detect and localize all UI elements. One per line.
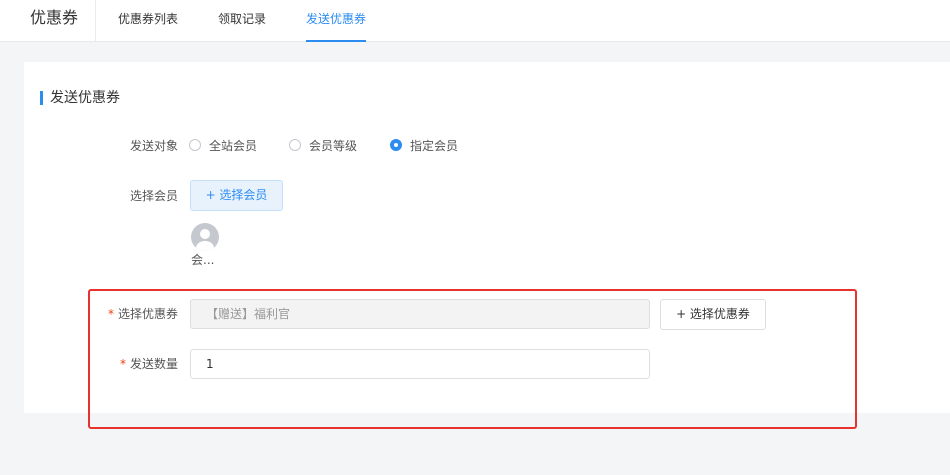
- radio-checked-icon: [390, 139, 402, 151]
- tab-send-coupon[interactable]: 发送优惠券: [306, 0, 367, 42]
- radio-circle-icon: [189, 139, 201, 151]
- tab-claim-records[interactable]: 领取记录: [218, 0, 266, 41]
- member-label: 选择会员: [129, 189, 178, 203]
- top-tab-bar: 优惠券 优惠券列表 领取记录 发送优惠券: [0, 0, 950, 42]
- radio-all-members[interactable]: 全站会员: [189, 137, 257, 155]
- tab-coupon-list[interactable]: 优惠券列表: [118, 0, 178, 41]
- radio-label: 指定会员: [410, 139, 459, 153]
- selected-member-name: 会...: [191, 253, 215, 267]
- radio-label: 会员等级: [309, 139, 358, 153]
- highlight-box: [88, 289, 857, 429]
- user-body-icon: [196, 241, 214, 251]
- avatar: [191, 223, 219, 251]
- radio-specific-member[interactable]: 指定会员: [390, 137, 458, 155]
- section-title: 发送优惠券: [40, 88, 120, 108]
- target-label: 发送对象: [129, 139, 178, 153]
- radio-label: 全站会员: [209, 139, 258, 153]
- radio-circle-icon: [289, 139, 301, 151]
- radio-member-level[interactable]: 会员等级: [289, 137, 357, 155]
- page-title: 优惠券: [0, 0, 96, 41]
- select-member-button[interactable]: + 选择会员: [190, 180, 283, 211]
- user-head-icon: [200, 229, 210, 239]
